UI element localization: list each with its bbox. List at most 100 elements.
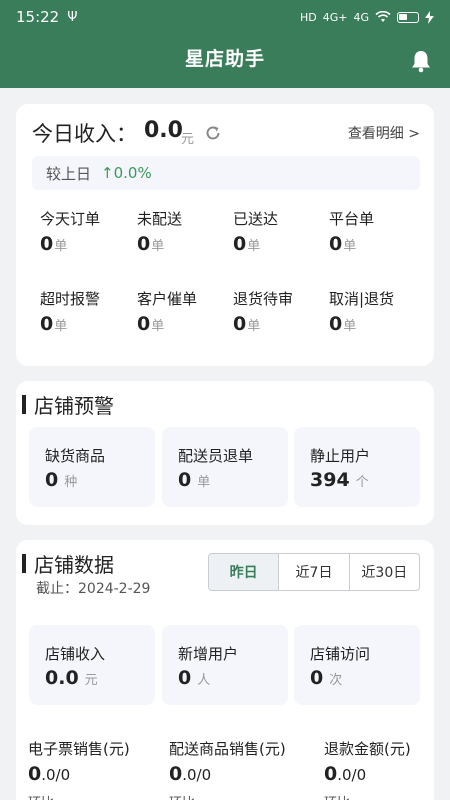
stat-label: 退款金额(元) [324, 740, 411, 758]
stat-value: 0 [137, 313, 151, 335]
bell-icon[interactable] [410, 49, 432, 73]
income-value: 0.0 [144, 118, 183, 143]
stat-value: 0 [233, 233, 247, 255]
stat-delivery-sales[interactable]: 配送商品销售(元) 0.0/0 [169, 738, 286, 785]
mom-label: 环比 [324, 792, 350, 800]
tile-unit: 种 [64, 475, 78, 490]
stat-value: 0 [28, 763, 42, 785]
tile-unit: 元 [84, 673, 98, 688]
stat-today-orders[interactable]: 今天订单 0单 [40, 208, 136, 255]
stat-value-small: .0/0 [337, 766, 367, 784]
stat-label: 平台单 [329, 210, 375, 228]
stat-label: 电子票销售(元) [28, 740, 130, 758]
stat-value: 0 [40, 233, 54, 255]
stat-refund-amount[interactable]: 退款金额(元) 0.0/0 [324, 738, 411, 785]
tile-store-visits[interactable]: 店铺访问 0次 [294, 625, 420, 705]
stat-label: 未配送 [137, 210, 183, 228]
tile-label: 缺货商品 [45, 447, 106, 465]
tab-last-30-days[interactable]: 近30日 [348, 554, 419, 590]
today-income-card: 今日收入： 0.0 元 查看明细 > 较上日 ↑0.0% 今天订单 0单 未配送… [16, 104, 434, 366]
tile-label: 店铺访问 [310, 645, 371, 663]
wifi-icon [375, 11, 391, 22]
tile-label: 静止用户 [310, 447, 371, 465]
stat-unit: 单 [247, 239, 261, 254]
tile-value: 0 [178, 667, 192, 689]
tile-store-income[interactable]: 店铺收入 0.0 元 [29, 625, 155, 705]
stat-value: 0 [137, 233, 151, 255]
hd-badge: HD [299, 10, 317, 24]
status-time: 15:22 [16, 8, 60, 26]
page-title: 星店助手 [184, 48, 265, 70]
stat-undelivered[interactable]: 未配送 0单 [137, 208, 233, 255]
stat-delivered[interactable]: 已送达 0单 [233, 208, 329, 255]
status-indicators: HD 4G+ 4G [299, 10, 434, 24]
app-header: 15:22 Ψ HD 4G+ 4G 星店助手 [0, 0, 450, 88]
tab-yesterday[interactable]: 昨日 [209, 554, 279, 590]
status-bar: 15:22 Ψ HD 4G+ 4G [0, 0, 450, 34]
refresh-icon[interactable] [204, 124, 222, 142]
stat-unit: 单 [151, 319, 165, 334]
stat-value-small: .0/0 [182, 766, 212, 784]
stat-value: 0 [169, 763, 183, 785]
charging-icon [425, 10, 434, 24]
tile-unit: 次 [329, 673, 343, 688]
section-title: 店铺预警 [22, 390, 114, 419]
tile-value: 0.0 [45, 667, 79, 689]
signal-4g-plus: 4G+ [322, 10, 348, 24]
stat-timeout-alarm[interactable]: 超时报警 0单 [40, 288, 136, 335]
tile-value: 0 [45, 469, 59, 491]
tile-unit: 人 [197, 673, 211, 688]
tile-courier-cancel[interactable]: 配送员退单 0单 [162, 427, 288, 507]
stat-return-pending[interactable]: 退货待审 0单 [233, 288, 329, 335]
stat-label: 退货待审 [233, 290, 294, 308]
stat-label: 客户催单 [137, 290, 198, 308]
stat-value: 0 [324, 763, 338, 785]
tile-label: 新增用户 [178, 645, 239, 663]
stat-unit: 单 [151, 239, 165, 254]
tile-value: 394 [310, 469, 350, 491]
tab-last-7-days[interactable]: 近7日 [278, 554, 348, 590]
tile-label: 配送员退单 [178, 447, 254, 465]
compare-label: 较上日 [46, 164, 92, 183]
tile-new-users[interactable]: 新增用户 0人 [162, 625, 288, 705]
stat-unit: 单 [247, 319, 261, 334]
stat-value-small: .0/0 [41, 766, 71, 784]
mom-label: 环比 [169, 792, 195, 800]
stat-value: 0 [233, 313, 247, 335]
stat-label: 取消|退货 [329, 290, 395, 308]
usb-icon: Ψ [67, 9, 78, 25]
stat-label: 已送达 [233, 210, 279, 228]
stat-customer-urge[interactable]: 客户催单 0单 [137, 288, 233, 335]
battery-icon [397, 11, 419, 23]
section-title: 店铺数据 [22, 549, 114, 578]
stat-unit: 单 [343, 239, 357, 254]
tile-value: 0 [178, 469, 192, 491]
mom-label: 环比 [28, 792, 54, 800]
store-warning-card: 店铺预警 缺货商品 0种 配送员退单 0单 静止用户 394 个 [16, 381, 434, 525]
stat-unit: 单 [54, 319, 68, 334]
stat-eticket-sales[interactable]: 电子票销售(元) 0.0/0 [28, 738, 130, 785]
deadline-date: 截止：2024-2-29 [36, 581, 151, 597]
compare-yesterday: 较上日 ↑0.0% [32, 156, 420, 190]
stat-unit: 单 [343, 319, 357, 334]
store-data-card: 店铺数据 截止：2024-2-29 昨日 近7日 近30日 店铺收入 0.0 元 … [16, 540, 434, 800]
stat-value: 0 [329, 313, 343, 335]
income-label: 今日收入： [32, 122, 137, 146]
stat-label: 今天订单 [40, 210, 101, 228]
stat-cancel-return[interactable]: 取消|退货 0单 [329, 288, 425, 335]
tile-label: 店铺收入 [45, 645, 106, 663]
period-selector: 昨日 近7日 近30日 [208, 553, 420, 591]
view-details-link[interactable]: 查看明细 > [348, 123, 420, 143]
stat-value: 0 [40, 313, 54, 335]
stat-label: 配送商品销售(元) [169, 740, 286, 758]
stat-platform-orders[interactable]: 平台单 0单 [329, 208, 425, 255]
tile-unit: 单 [197, 475, 211, 490]
stat-label: 超时报警 [40, 290, 101, 308]
stat-unit: 单 [54, 239, 68, 254]
tile-out-of-stock[interactable]: 缺货商品 0种 [29, 427, 155, 507]
income-unit: 元 [181, 132, 195, 147]
tile-inactive-users[interactable]: 静止用户 394 个 [294, 427, 420, 507]
tile-value: 0 [310, 667, 324, 689]
signal-4g: 4G [353, 10, 369, 24]
compare-value: ↑0.0% [101, 164, 152, 182]
